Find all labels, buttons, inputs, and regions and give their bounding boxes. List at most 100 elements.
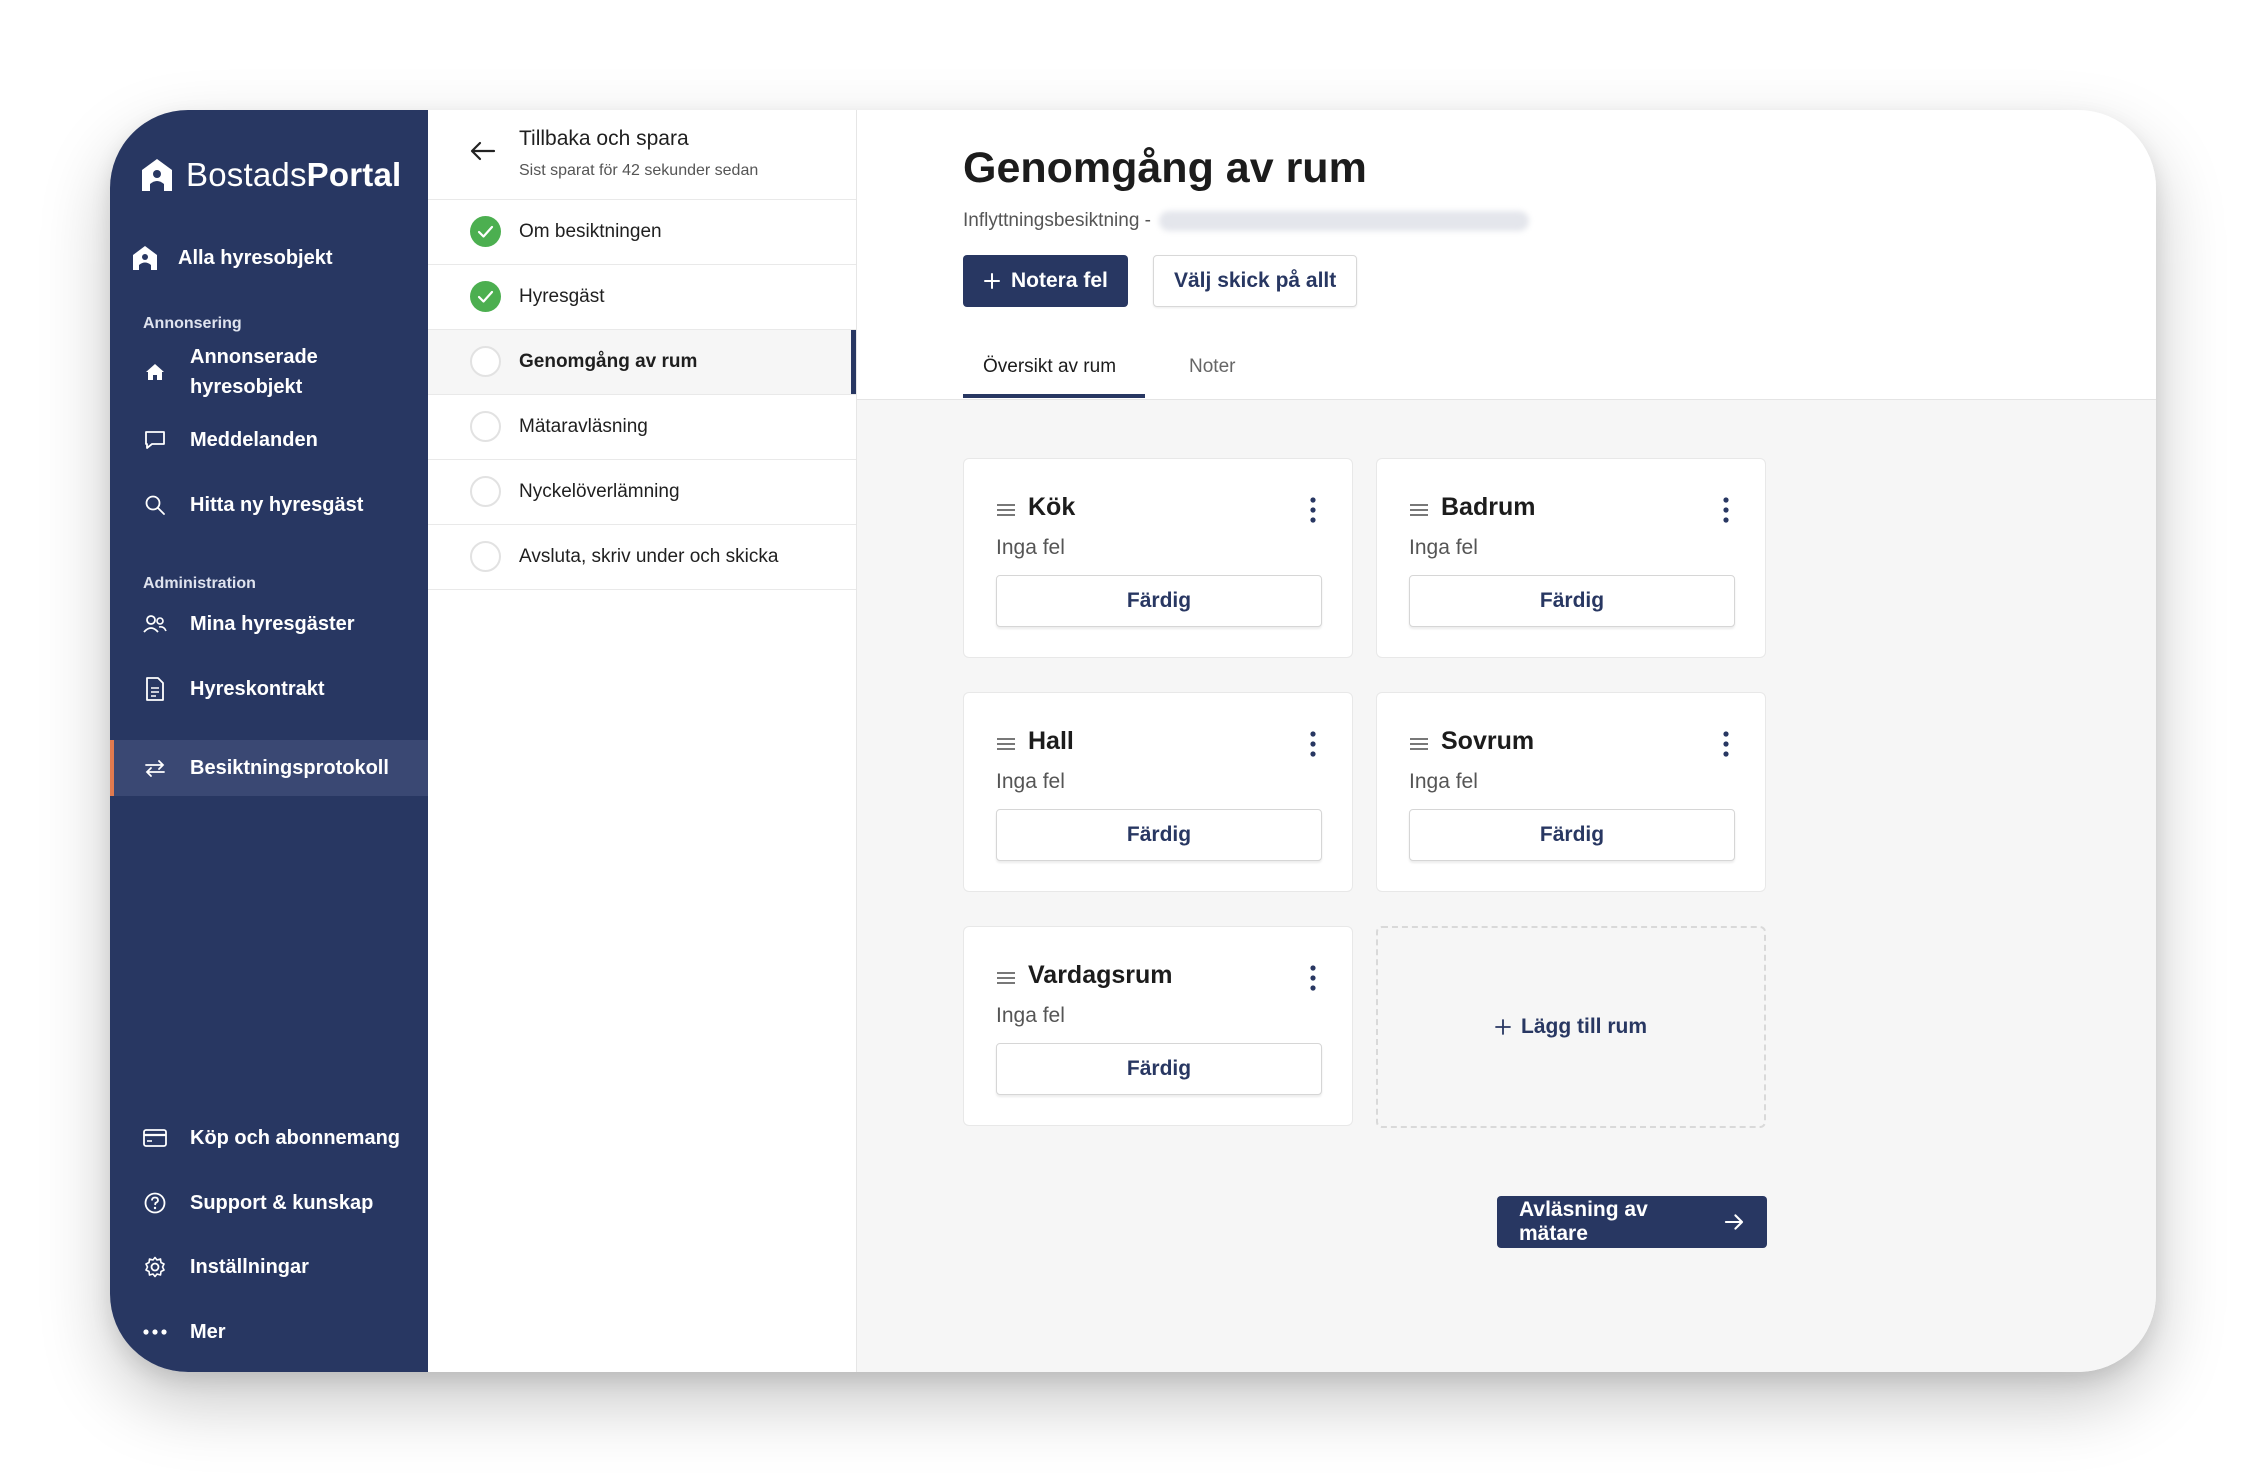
room-card-sovrum[interactable]: Sovrum Inga fel Färdig xyxy=(1376,692,1766,892)
nav-support[interactable]: Support & kunskap xyxy=(110,1183,458,1223)
step-key-handover[interactable]: Nyckelöverlämning xyxy=(428,460,856,525)
help-circle-icon xyxy=(140,1188,170,1218)
nav-more-label: Mer xyxy=(190,1320,226,1343)
nav-leases[interactable]: Hyreskontrakt xyxy=(110,669,458,709)
room-card-vardagsrum[interactable]: Vardagsrum Inga fel Färdig xyxy=(963,926,1353,1126)
nav-advertised-objects[interactable]: Annonserade hyresobjekt xyxy=(110,342,458,402)
add-room-label: Lägg till rum xyxy=(1521,1015,1647,1038)
room-card-badrum[interactable]: Badrum Inga fel Färdig xyxy=(1376,458,1766,658)
arrow-right-icon xyxy=(1724,1214,1744,1230)
back-and-save-label: Tillbaka och spara xyxy=(519,127,689,150)
nav-all-objects-label: Alla hyresobjekt xyxy=(178,246,333,269)
check-icon xyxy=(477,290,494,303)
set-condition-all-button[interactable]: Välj skick på allt xyxy=(1153,255,1358,307)
house-icon xyxy=(130,243,160,273)
step-pending-indicator xyxy=(470,541,501,572)
brand-logo[interactable]: BostadsPortal xyxy=(140,150,401,200)
nav-all-objects[interactable]: Alla hyresobjekt xyxy=(110,238,448,278)
nav-leases-label: Hyreskontrakt xyxy=(190,677,325,700)
room-card-hall[interactable]: Hall Inga fel Färdig xyxy=(963,692,1353,892)
nav-settings-label: Inställningar xyxy=(190,1255,309,1278)
gear-icon xyxy=(140,1252,170,1282)
room-card-kok[interactable]: Kök Inga fel Färdig xyxy=(963,458,1353,658)
active-tab-indicator xyxy=(963,394,1145,398)
nav-my-tenants-label: Mina hyresgäster xyxy=(190,612,355,635)
room-name: Hall xyxy=(1028,727,1074,755)
next-meter-reading-button[interactable]: Avläsning av mätare xyxy=(1497,1196,1767,1248)
room-status: Inga fel xyxy=(1409,770,1478,793)
redacted-address xyxy=(1159,211,1529,231)
tab-room-overview[interactable]: Översikt av rum xyxy=(983,356,1116,378)
house-logo-icon xyxy=(142,159,172,191)
nav-support-label: Support & kunskap xyxy=(190,1191,374,1214)
back-and-save[interactable]: Tillbaka och spara Sist sparat för 42 se… xyxy=(428,110,856,200)
room-status: Inga fel xyxy=(996,1004,1065,1027)
step-meter-reading[interactable]: Mätaravläsning xyxy=(428,395,856,460)
room-done-button[interactable]: Färdig xyxy=(1409,575,1735,627)
step-completed-indicator xyxy=(470,281,501,312)
room-name: Badrum xyxy=(1441,493,1536,521)
step-label: Genomgång av rum xyxy=(519,351,698,372)
main-header: Genomgång av rum Inflyttningsbesiktning … xyxy=(857,110,2156,400)
report-defect-button[interactable]: Notera fel xyxy=(963,255,1128,307)
more-vertical-icon[interactable] xyxy=(1721,729,1731,759)
section-label-ads: Annonsering xyxy=(143,315,242,332)
step-room-walkthrough[interactable]: Genomgång av rum xyxy=(428,330,856,395)
chat-bubble-icon xyxy=(140,425,170,455)
arrow-left-icon xyxy=(470,141,496,161)
nav-my-tenants[interactable]: Mina hyresgäster xyxy=(110,604,458,644)
room-done-button[interactable]: Färdig xyxy=(996,809,1322,861)
set-condition-all-label: Välj skick på allt xyxy=(1174,269,1337,292)
nav-find-tenant[interactable]: Hitta ny hyresgäst xyxy=(110,485,458,525)
users-icon xyxy=(140,609,170,639)
step-tenant[interactable]: Hyresgäst xyxy=(428,265,856,330)
more-vertical-icon[interactable] xyxy=(1721,495,1731,525)
add-room-button[interactable]: Lägg till rum xyxy=(1376,926,1766,1128)
app-window: BostadsPortal Alla hyresobjekt Annonseri… xyxy=(110,110,2156,1372)
page-title: Genomgång av rum xyxy=(963,144,1367,192)
document-icon xyxy=(140,674,170,704)
step-completed-indicator xyxy=(470,216,501,247)
room-name: Kök xyxy=(1028,493,1076,521)
inspection-type-label: Inflyttningsbesiktning - xyxy=(963,210,1151,231)
room-done-button[interactable]: Färdig xyxy=(996,575,1322,627)
more-vertical-icon[interactable] xyxy=(1308,963,1318,993)
nav-inspection-protocol[interactable]: Besiktningsprotokoll xyxy=(110,740,428,796)
more-vertical-icon[interactable] xyxy=(1308,495,1318,525)
nav-settings[interactable]: Inställningar xyxy=(110,1247,458,1287)
brand-name: BostadsPortal xyxy=(186,156,402,193)
nav-messages[interactable]: Meddelanden xyxy=(110,420,458,460)
nav-messages-label: Meddelanden xyxy=(190,428,318,451)
step-pending-indicator xyxy=(470,476,501,507)
nav-inspection-protocol-label: Besiktningsprotokoll xyxy=(190,756,389,779)
section-label-admin: Administration xyxy=(143,575,256,592)
drag-handle-icon[interactable] xyxy=(1409,503,1429,517)
drag-handle-icon[interactable] xyxy=(996,503,1016,517)
room-done-button[interactable]: Färdig xyxy=(1409,809,1735,861)
search-icon xyxy=(140,490,170,520)
more-vertical-icon[interactable] xyxy=(1308,729,1318,759)
nav-find-tenant-label: Hitta ny hyresgäst xyxy=(190,493,364,516)
plus-icon xyxy=(984,273,1000,289)
drag-handle-icon[interactable] xyxy=(996,971,1016,985)
nav-advertised-objects-label: Annonserade hyresobjekt xyxy=(190,346,318,398)
tab-notes[interactable]: Noter xyxy=(1189,356,1235,378)
check-icon xyxy=(477,225,494,238)
room-done-button[interactable]: Färdig xyxy=(996,1043,1322,1095)
steps-panel: Tillbaka och spara Sist sparat för 42 se… xyxy=(428,110,857,1372)
nav-more[interactable]: Mer xyxy=(110,1312,458,1352)
step-about-inspection[interactable]: Om besiktningen xyxy=(428,200,856,265)
page-subtitle: Inflyttningsbesiktning - xyxy=(963,210,1529,232)
sidebar: BostadsPortal Alla hyresobjekt Annonseri… xyxy=(110,110,428,1372)
drag-handle-icon[interactable] xyxy=(996,737,1016,751)
swap-arrows-icon xyxy=(140,753,170,783)
drag-handle-icon[interactable] xyxy=(1409,737,1429,751)
room-name: Sovrum xyxy=(1441,727,1535,755)
nav-purchase-subscription[interactable]: Köp och abonnemang xyxy=(110,1118,458,1158)
room-status: Inga fel xyxy=(996,770,1065,793)
step-label: Mätaravläsning xyxy=(519,416,648,437)
step-label: Nyckelöverlämning xyxy=(519,481,680,502)
report-defect-label: Notera fel xyxy=(1011,269,1108,292)
step-finish-sign-send[interactable]: Avsluta, skriv under och skicka xyxy=(428,525,856,590)
credit-card-icon xyxy=(140,1123,170,1153)
